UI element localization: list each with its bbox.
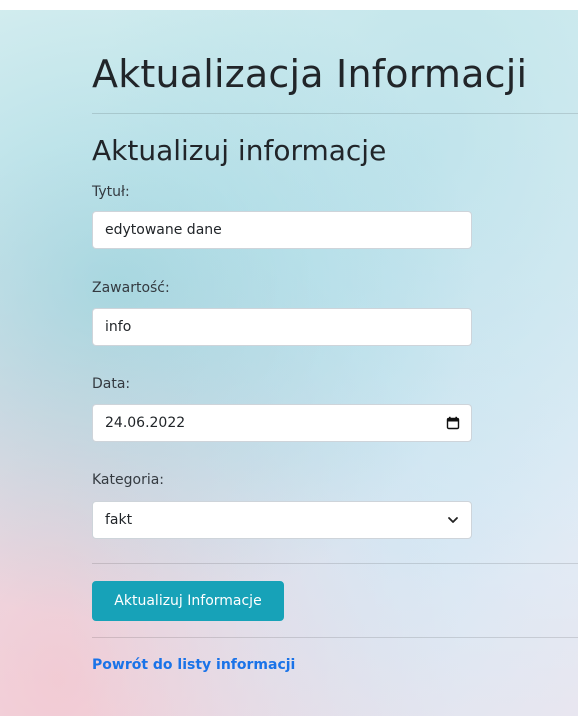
- main-content: Aktualizacja Informacji Aktualizuj infor…: [92, 0, 578, 716]
- title-field[interactable]: [92, 211, 472, 249]
- chevron-down-icon[interactable]: [445, 512, 461, 528]
- divider: [92, 563, 578, 564]
- update-information-button[interactable]: Aktualizuj Informacje: [92, 581, 284, 621]
- page-title: Aktualizacja Informacji: [92, 52, 528, 96]
- form-heading: Aktualizuj informacje: [92, 134, 387, 167]
- title-input[interactable]: [105, 222, 459, 238]
- category-select[interactable]: fakt: [92, 501, 472, 539]
- title-label: Tytuł:: [92, 184, 130, 200]
- divider: [92, 637, 578, 638]
- date-field[interactable]: 24.06.2022: [92, 404, 472, 442]
- date-label: Data:: [92, 376, 131, 392]
- page-viewport: Aktualizacja Informacji Aktualizuj infor…: [0, 0, 578, 716]
- back-to-list-link[interactable]: Powrót do listy informacji: [92, 657, 295, 673]
- divider: [92, 113, 578, 114]
- calendar-icon[interactable]: [445, 415, 461, 431]
- content-label: Zawartość:: [92, 280, 170, 296]
- category-selected-value[interactable]: fakt: [105, 512, 459, 528]
- category-label: Kategoria:: [92, 472, 165, 488]
- content-field[interactable]: [92, 308, 472, 346]
- content-input[interactable]: [105, 319, 459, 335]
- date-value[interactable]: 24.06.2022: [105, 415, 459, 431]
